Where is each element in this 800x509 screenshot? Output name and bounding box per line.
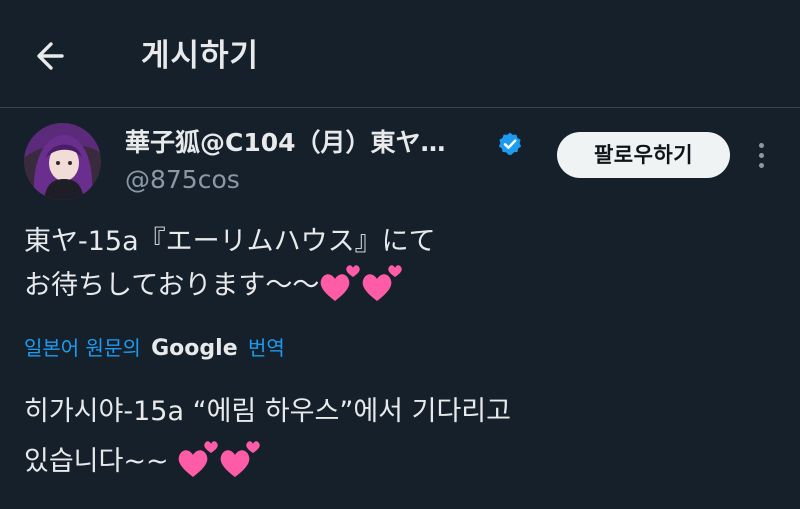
author-handle[interactable]: @875cos (125, 163, 240, 197)
avatar-image (24, 123, 101, 200)
tweet-line-with-emoji: お待ちしております〜〜 (24, 264, 744, 308)
verified-badge-icon (498, 132, 522, 155)
translated-line-with-emoji: 있습니다~~ (24, 437, 744, 487)
tweet-body: 東ヤ-15a『エーリムハウス』にて お待ちしております〜〜 (24, 220, 744, 308)
back-button[interactable] (32, 36, 76, 76)
author-display-name[interactable]: 華子狐@C104（月）東ヤ… (125, 126, 446, 160)
tweet-line: 東ヤ-15a『エーリムハウス』にて (24, 226, 436, 257)
translation-attribution[interactable]: 일본어 원문의 Google 번역 (24, 332, 285, 365)
top-app-bar: 게시하기 (0, 0, 800, 108)
more-vertical-icon (759, 143, 764, 148)
two-hearts-emoji (178, 440, 260, 477)
more-options-button[interactable] (748, 138, 774, 174)
follow-button[interactable]: 팔로우하기 (557, 132, 730, 178)
translation-label-suffix: 번역 (247, 336, 285, 360)
more-vertical-icon (759, 163, 764, 168)
tweet-line: お待ちしております〜〜 (24, 270, 320, 301)
translated-body: 히가시야-15a “에림 하우스”에서 기다리고 있습니다~~ (24, 387, 744, 487)
translated-line: 있습니다~~ (24, 446, 169, 477)
google-logo: Google (151, 336, 238, 361)
two-hearts-emoji (321, 264, 403, 301)
translated-line: 히가시야-15a “에림 하우스”에서 기다리고 (24, 396, 511, 427)
translation-label-prefix: 일본어 원문의 (24, 336, 141, 360)
more-vertical-icon (759, 153, 764, 158)
avatar[interactable] (24, 123, 101, 200)
page-title: 게시하기 (141, 38, 260, 74)
arrow-left-icon (37, 42, 64, 70)
